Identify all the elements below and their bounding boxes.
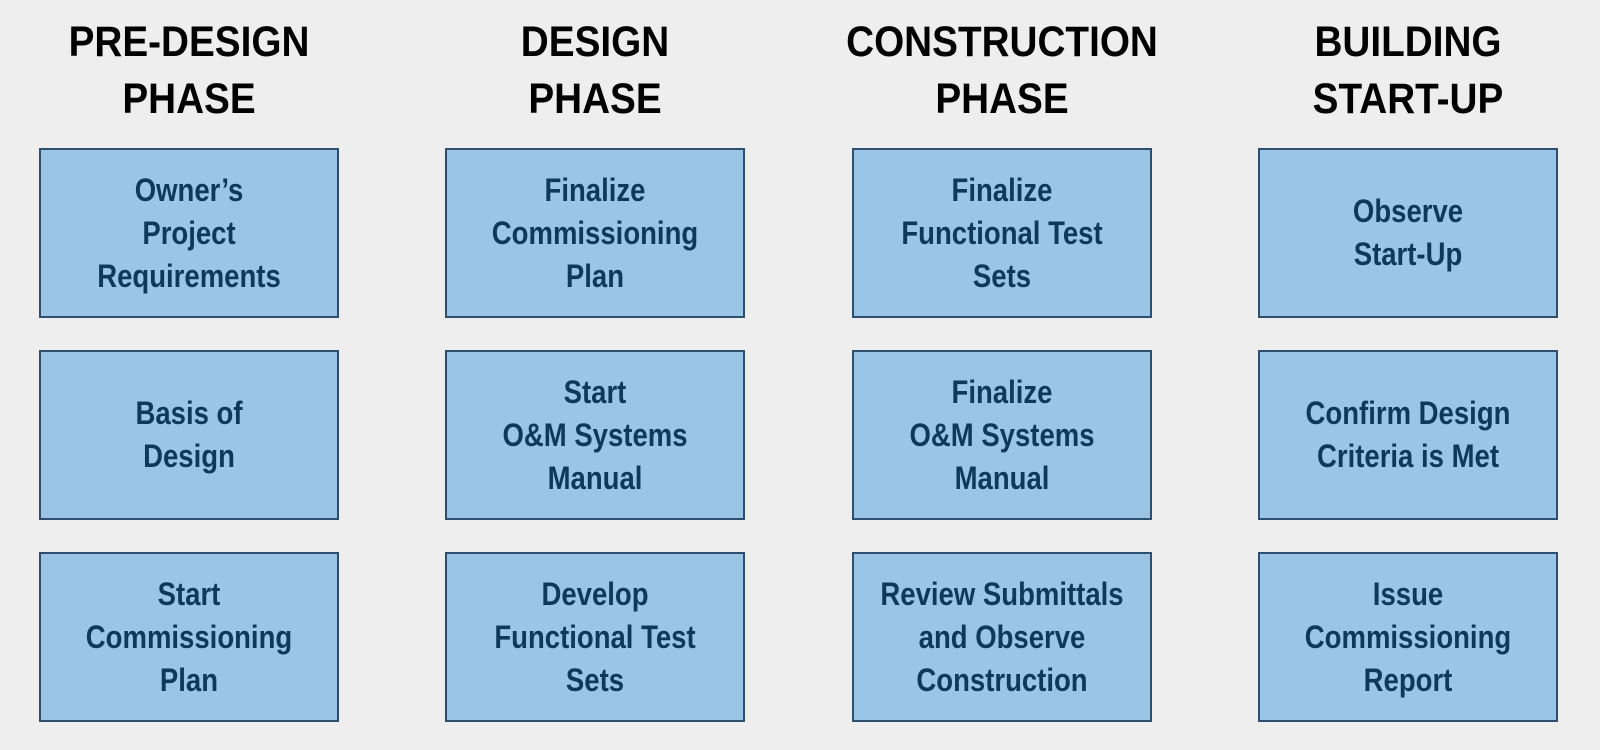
phase-title: CONSTRUCTION PHASE xyxy=(846,18,1158,123)
phase-title: DESIGN PHASE xyxy=(520,18,670,123)
step-box[interactable]: Finalize Functional Test Sets xyxy=(852,148,1152,318)
step-box[interactable]: Owner’s Project Requirements xyxy=(39,148,339,318)
step-box[interactable]: Finalize Commissioning Plan xyxy=(445,148,745,318)
step-box[interactable]: Confirm Design Criteria is Met xyxy=(1258,350,1558,520)
step-box[interactable]: Start Commissioning Plan xyxy=(39,552,339,722)
step-label: Review Submittals and Observe Constructi… xyxy=(880,575,1124,698)
phase-title: PRE-DESIGN PHASE xyxy=(68,18,310,123)
step-label: Start Commissioning Plan xyxy=(85,575,293,698)
step-box[interactable]: Issue Commissioning Report xyxy=(1258,552,1558,722)
step-box[interactable]: Develop Functional Test Sets xyxy=(445,552,745,722)
step-box[interactable]: Start O&M Systems Manual xyxy=(445,350,745,520)
step-label: Issue Commissioning Report xyxy=(1304,575,1512,698)
step-box[interactable]: Observe Start-Up xyxy=(1258,148,1558,318)
phase-title: BUILDING START-UP xyxy=(1312,18,1504,123)
step-label: Owner’s Project Requirements xyxy=(97,171,281,294)
step-box[interactable]: Review Submittals and Observe Constructi… xyxy=(852,552,1152,722)
step-label: Basis of Design xyxy=(135,395,243,474)
step-label: Finalize Functional Test Sets xyxy=(901,171,1103,294)
step-label: Start O&M Systems Manual xyxy=(502,373,688,496)
step-box[interactable]: Finalize O&M Systems Manual xyxy=(852,350,1152,520)
step-label: Observe Start-Up xyxy=(1352,193,1464,272)
step-label: Confirm Design Criteria is Met xyxy=(1305,395,1511,474)
step-label: Finalize O&M Systems Manual xyxy=(909,373,1095,496)
step-box[interactable]: Basis of Design xyxy=(39,350,339,520)
step-label: Develop Functional Test Sets xyxy=(494,575,696,698)
step-label: Finalize Commissioning Plan xyxy=(491,171,699,294)
